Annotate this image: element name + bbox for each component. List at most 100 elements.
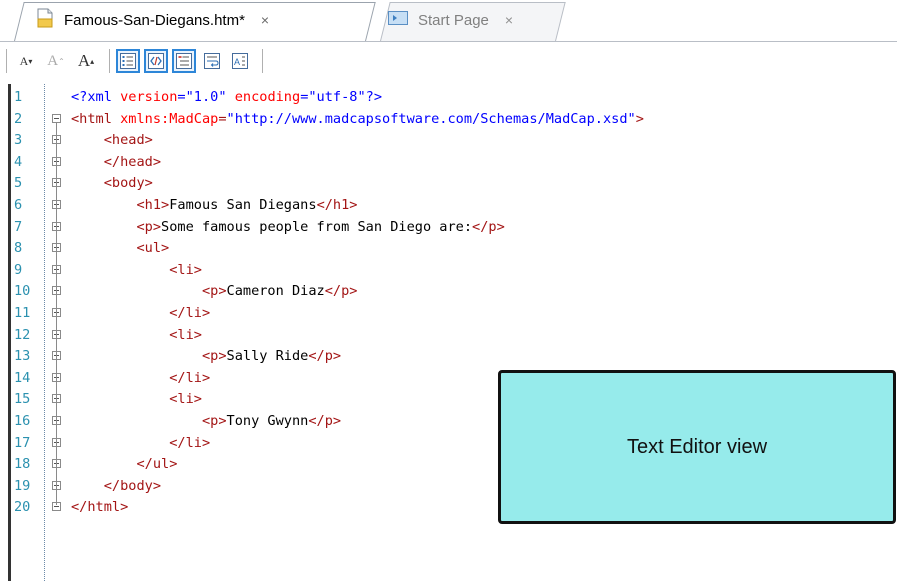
code-line[interactable]: 5 <body> <box>11 173 897 194</box>
close-icon[interactable]: × <box>261 12 269 28</box>
code-token: </ul> <box>136 456 178 473</box>
code-line[interactable]: 2 <html xmlns:MadCap="http://www.madcapso… <box>11 109 897 130</box>
tab-famous-san-diegans[interactable]: Famous-San-Diegans.htm* × <box>36 0 269 40</box>
toolbar-separator <box>6 49 7 73</box>
line-number: 2 <box>14 110 23 127</box>
code-text: </head> <box>71 152 161 173</box>
code-text: <?xml version="1.0" encoding="utf-8"?> <box>71 87 382 108</box>
structure-bar-icon <box>176 53 192 69</box>
line-number: 18 <box>14 456 31 473</box>
code-text: <li> <box>71 325 202 346</box>
code-token: <body> <box>103 175 153 192</box>
code-line[interactable]: 9 <li> <box>11 260 897 281</box>
code-line[interactable]: 1 <?xml version="1.0" encoding="utf-8"?> <box>11 87 897 108</box>
tab-start-page[interactable]: Start Page × <box>388 0 513 40</box>
decrease-font-label: A <box>19 53 29 68</box>
line-number: 1 <box>14 89 23 105</box>
code-token: encoding <box>234 89 301 105</box>
code-line[interactable]: 6 <h1>Famous San Diegans</h1> <box>11 195 897 216</box>
structure-bar-button[interactable] <box>172 49 196 73</box>
code-text: </li> <box>71 433 210 454</box>
code-token: </p> <box>472 218 505 235</box>
line-number: 10 <box>14 283 31 300</box>
code-token: <li> <box>169 391 202 408</box>
code-token: </html> <box>71 499 129 516</box>
code-token: <head> <box>103 132 153 149</box>
show-tags-icon <box>148 53 164 69</box>
code-text: <p>Some famous people from San Diego are… <box>71 217 505 238</box>
increase-font-label: A <box>77 51 91 70</box>
code-token: <?xml <box>71 89 121 105</box>
code-token: </li> <box>169 434 211 451</box>
start-page-icon <box>388 11 408 29</box>
code-line[interactable]: 7 <p>Some famous people from San Diego a… <box>11 217 897 238</box>
tab-strip-divider <box>0 41 897 42</box>
code-token: Some famous people from San Diego are: <box>161 218 473 235</box>
code-line[interactable]: 13 <p>Sally Ride</p> <box>11 346 897 367</box>
reset-font-label: A <box>47 52 59 69</box>
html-file-icon <box>36 8 54 32</box>
svg-text:A: A <box>234 57 240 67</box>
tab-label: Famous-San-Diegans.htm* <box>64 11 245 29</box>
code-token: "1.0" <box>185 89 227 105</box>
code-token: <li> <box>169 261 202 278</box>
code-token: <h1> <box>136 197 170 213</box>
code-text: <li> <box>71 260 202 281</box>
line-number: 8 <box>14 240 23 257</box>
code-line[interactable]: 11 </li> <box>11 303 897 324</box>
line-number: 9 <box>14 261 23 278</box>
code-text: <p>Cameron Diaz</p> <box>71 281 358 302</box>
line-number: 7 <box>14 218 23 235</box>
auto-format-icon: A <box>232 53 248 69</box>
code-text: <html xmlns:MadCap="http://www.madcapsof… <box>71 109 644 130</box>
code-token: "http://www.madcapsoftware.com/Schemas/M… <box>226 110 636 127</box>
line-number: 3 <box>14 132 23 149</box>
code-token: version <box>120 89 178 105</box>
code-token: </p> <box>324 283 358 300</box>
line-numbers-icon <box>120 53 136 69</box>
code-text: <p>Tony Gwynn</p> <box>71 411 341 432</box>
decrease-font-button[interactable]: A ▾ <box>13 48 39 74</box>
toolbar-separator <box>262 49 263 73</box>
reset-font-button[interactable]: A ⌃ <box>43 48 69 74</box>
code-token: <li> <box>169 326 202 343</box>
code-line[interactable]: 10 <p>Cameron Diaz</p> <box>11 281 897 302</box>
code-token: <p> <box>136 218 162 235</box>
code-token: Famous San Diegans <box>169 197 317 213</box>
code-token: Sally Ride <box>226 348 309 365</box>
line-number: 5 <box>14 175 23 192</box>
line-number: 13 <box>14 348 31 365</box>
code-text: <h1>Famous San Diegans</h1> <box>71 195 357 216</box>
word-wrap-button[interactable] <box>200 49 224 73</box>
line-numbers-button[interactable] <box>116 49 140 73</box>
increase-font-button[interactable]: A ▴ <box>73 48 99 74</box>
code-token: </li> <box>169 369 211 386</box>
code-token: <p> <box>201 348 227 365</box>
code-token: </body> <box>103 477 162 494</box>
fold-toggle-icon[interactable] <box>52 113 61 123</box>
code-text: </ul> <box>71 454 177 475</box>
callout-label: Text Editor view <box>626 435 768 458</box>
close-icon[interactable]: × <box>505 12 513 28</box>
code-line[interactable]: 4 </head> <box>11 152 897 173</box>
editor-toolbar: A ▾ A ⌃ A ▴ A <box>0 43 897 79</box>
line-number: 11 <box>14 305 31 321</box>
code-token: <ul> <box>136 240 170 257</box>
code-text: </li> <box>71 368 210 389</box>
code-text: <body> <box>71 173 153 194</box>
line-number: 14 <box>14 369 31 386</box>
code-line[interactable]: 3 <head> <box>11 130 897 151</box>
code-text: <head> <box>71 130 153 151</box>
show-tags-button[interactable] <box>144 49 168 73</box>
code-token: = <box>177 89 186 105</box>
code-text: </li> <box>71 303 210 324</box>
code-line[interactable]: 8 <ul> <box>11 238 897 259</box>
code-token: <p> <box>201 283 227 300</box>
code-token: = <box>218 110 227 127</box>
code-token: Cameron Diaz <box>226 283 325 300</box>
line-number: 16 <box>14 413 31 429</box>
tab-strip: Famous-San-Diegans.htm* × Start Page × <box>0 0 897 42</box>
code-line[interactable]: 12 <li> <box>11 325 897 346</box>
auto-format-button[interactable]: A <box>228 49 252 73</box>
